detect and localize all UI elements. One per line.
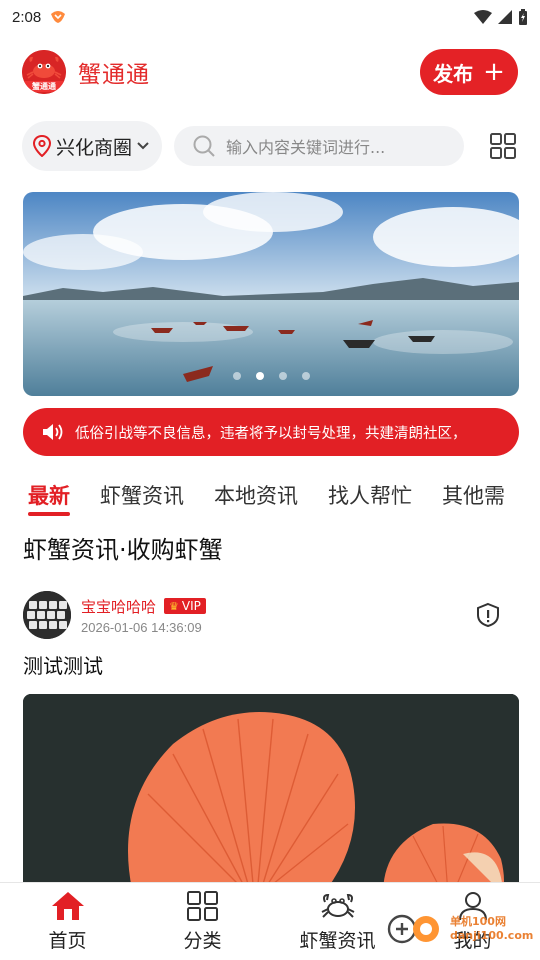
plus-icon: + — [483, 57, 505, 87]
location-label: 兴化商圈 — [56, 136, 133, 159]
carousel-dot[interactable] — [278, 372, 287, 380]
speaker-icon — [43, 424, 63, 440]
section-title: 虾蟹资讯·收购虾蟹 — [23, 536, 223, 564]
tab-crab-news[interactable]: 虾蟹资讯 — [100, 470, 184, 520]
tab-other-needs[interactable]: 其他需 — [442, 470, 505, 520]
category-tabs: 最新 虾蟹资讯 本地资讯 找人帮忙 其他需 — [0, 470, 540, 520]
author-name[interactable]: 宝宝哈哈哈 — [81, 596, 156, 617]
search-placeholder: 输入内容关键词进行... — [226, 138, 386, 157]
location-selector[interactable]: 兴化商圈 — [22, 121, 162, 171]
battery-icon — [519, 9, 527, 25]
app-title: 蟹通通 — [78, 62, 150, 88]
publish-label: 发布 — [433, 61, 474, 86]
nav-home[interactable]: 首页 — [0, 883, 135, 960]
nav-home-label: 首页 — [48, 930, 87, 952]
avatar[interactable] — [23, 591, 71, 639]
watermark-line1: 单机100网 — [450, 914, 506, 928]
logo-text: 蟹通通 — [22, 81, 66, 92]
banner-image — [23, 192, 519, 396]
post-header: 宝宝哈哈哈 ♛ VIP 2026-01-06 14:36:09 — [23, 590, 519, 640]
tab-find-help[interactable]: 找人帮忙 — [328, 470, 412, 520]
status-bar: 2:08 — [0, 0, 540, 34]
signal-icon — [498, 10, 512, 24]
carousel-dot-active[interactable] — [255, 372, 264, 380]
search-input[interactable]: 输入内容关键词进行... — [174, 126, 464, 166]
carousel-dots — [23, 372, 519, 380]
vip-label: VIP — [181, 599, 201, 613]
vip-badge: ♛ VIP — [164, 598, 206, 614]
wifi-icon — [474, 10, 492, 24]
location-pin-icon — [32, 135, 52, 157]
home-icon — [51, 892, 84, 920]
chevron-down-icon — [137, 142, 149, 150]
publish-button[interactable]: 发布 + — [420, 49, 518, 95]
author-line: 宝宝哈哈哈 ♛ VIP — [81, 596, 206, 617]
category-grid-icon — [186, 891, 218, 921]
carousel-dot[interactable] — [301, 372, 310, 380]
app-header: 蟹通通 蟹通通 发布 + — [0, 44, 540, 100]
tab-local-news[interactable]: 本地资讯 — [214, 470, 298, 520]
grid-view-icon[interactable] — [488, 131, 518, 161]
author-block: 宝宝哈哈哈 ♛ VIP 2026-01-06 14:36:09 — [81, 596, 206, 635]
nav-crab-news[interactable]: 虾蟹资讯 — [270, 883, 405, 960]
report-icon[interactable] — [475, 602, 501, 628]
nav-crab-news-label: 虾蟹资讯 — [299, 930, 376, 952]
tab-latest[interactable]: 最新 — [28, 470, 70, 520]
watermark: 单机100网 danji100.com — [386, 900, 536, 958]
crown-icon: ♛ — [169, 599, 179, 613]
nav-category-label: 分类 — [183, 930, 222, 952]
app-notification-icon — [51, 11, 66, 23]
watermark-logo-icon — [387, 914, 439, 944]
search-icon — [193, 135, 215, 157]
crab-icon — [321, 893, 354, 918]
nav-category[interactable]: 分类 — [135, 883, 270, 960]
mushroom-image — [23, 694, 519, 894]
status-time: 2:08 — [12, 8, 42, 26]
carousel-dot[interactable] — [232, 372, 241, 380]
notice-text: 低俗引战等不良信息，违者将予以封号处理，共建清朗社区， — [75, 425, 467, 442]
keyboard-avatar-image — [23, 591, 71, 639]
app-logo: 蟹通通 — [22, 50, 66, 94]
notice-bar[interactable]: 低俗引战等不良信息，违者将予以封号处理，共建清朗社区， — [23, 408, 519, 456]
watermark-line2: danji100.com — [450, 929, 534, 942]
search-row: 兴化商圈 输入内容关键词进行... — [0, 120, 540, 172]
banner-carousel[interactable] — [23, 192, 519, 396]
post-text: 测试测试 — [23, 654, 103, 678]
post-time: 2026-01-06 14:36:09 — [81, 619, 202, 635]
post-image[interactable] — [23, 694, 519, 894]
